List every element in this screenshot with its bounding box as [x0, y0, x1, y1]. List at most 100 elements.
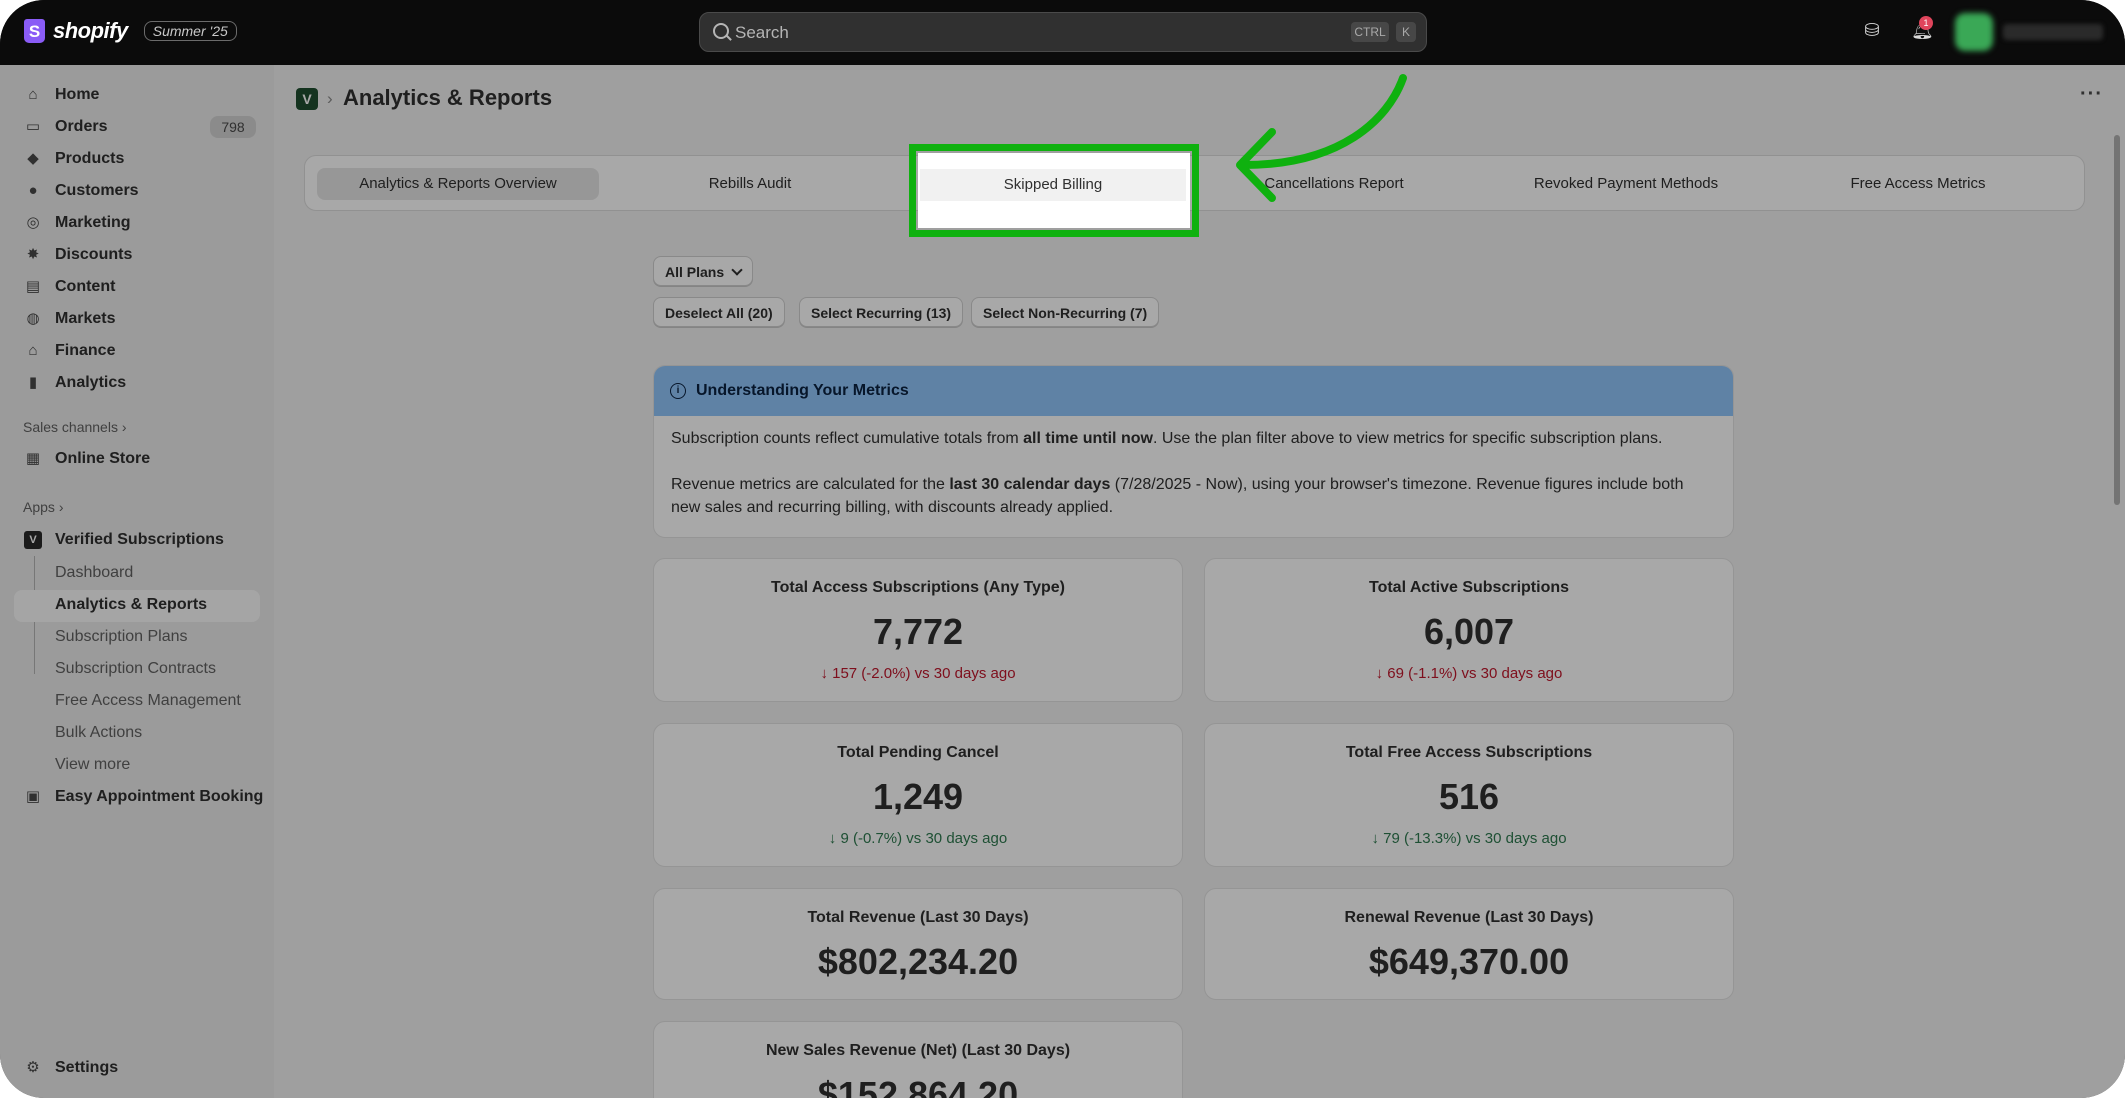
brand-name: shopify [53, 18, 128, 43]
sidebar-subitem-subscription-plans[interactable]: Subscription Plans [55, 628, 188, 646]
chevron-right-icon: › [121, 419, 127, 435]
content-icon: ▤ [25, 278, 41, 295]
info-text: Subscription counts reflect cumulative t… [671, 430, 1024, 447]
chevron-right-icon: › [58, 499, 64, 515]
sidebar-item-label: Customers [55, 182, 139, 199]
breadcrumb-chevron-icon: › [327, 89, 333, 108]
chevron-down-icon [731, 264, 743, 276]
sidebar-subitem-bulk-actions[interactable]: Bulk Actions [55, 724, 142, 742]
metric-title: Total Free Access Subscriptions [1345, 744, 1593, 761]
info-banner-header: i Understanding Your Metrics [654, 366, 1733, 416]
metric-card: New Sales Revenue (Net) (Last 30 Days) $… [653, 1021, 1183, 1098]
account-name[interactable] [2003, 24, 2103, 40]
select-non-recurring-button[interactable]: Select Non-Recurring (7) [971, 297, 1160, 327]
home-icon: ⌂ [28, 86, 38, 103]
bar-chart-icon: ▮ [28, 374, 38, 391]
sidebar-subitem-analytics-reports[interactable]: Analytics & Reports [55, 596, 207, 614]
metric-card: Total Revenue (Last 30 Days) $802,234.20 [653, 888, 1183, 1000]
highlight-box [909, 144, 1199, 237]
more-actions-icon[interactable]: ··· [2080, 83, 2103, 106]
info-text: . Use the plan filter above to view metr… [1152, 430, 1663, 447]
shopify-bag-icon: S [24, 19, 45, 43]
info-banner: i Understanding Your Metrics Subscriptio… [653, 365, 1734, 538]
select-recurring-button[interactable]: Select Recurring (13) [799, 297, 964, 327]
sidebar-item-label: Orders [55, 118, 108, 135]
metric-delta: ↓ 9 (-0.7%) vs 30 days ago [828, 830, 1008, 847]
info-bold-text: last 30 calendar days [949, 476, 1111, 493]
sidebar-subitem-subscription-contracts[interactable]: Subscription Contracts [55, 660, 216, 678]
info-text: Revenue metrics are calculated for the [671, 476, 950, 493]
sidebar-item-marketing[interactable]: ◎ Marketing [24, 208, 130, 238]
sidebar-item-verified-subscriptions[interactable]: V Verified Subscriptions [24, 525, 224, 555]
pointer-arrow-icon [1236, 74, 1407, 202]
sidebar-item-label: Online Store [55, 450, 151, 467]
search-icon [713, 23, 729, 39]
shopify-logo[interactable]: S shopify Summer '25 [24, 18, 237, 44]
tab-free-access-metrics[interactable]: Free Access Metrics [1777, 168, 2059, 200]
sidebar-subitem-free-access-management[interactable]: Free Access Management [55, 692, 241, 710]
metric-value: $802,234.20 [817, 941, 1019, 982]
sidebar-subitem-dashboard[interactable]: Dashboard [55, 564, 133, 582]
sidebar: ⌂ Home ▭ Orders 798 ◆ Products ● Customers ◎… [0, 65, 274, 1098]
metric-card: Total Free Access Subscriptions 516 ↓ 79… [1204, 723, 1734, 867]
app-frame: S shopify Summer '25 Search CTRL K ⛁ 🔔︎ … [0, 0, 2125, 1098]
sidebar-item-easy-appointment-booking[interactable]: ▣ Easy Appointment Booking [24, 782, 263, 812]
metric-card: Total Pending Cancel 1,249 ↓ 9 (-0.7%) v… [653, 723, 1183, 867]
info-icon: i [670, 383, 686, 399]
metric-value: 7,772 [872, 611, 964, 652]
sidebar-item-analytics[interactable]: ▮ Analytics [24, 368, 126, 398]
metric-value: $649,370.00 [1368, 941, 1570, 982]
sales-channels-text: Sales channels [23, 419, 118, 435]
sidebar-item-orders[interactable]: ▭ Orders [24, 112, 108, 142]
metric-title: Total Pending Cancel [837, 744, 999, 761]
database-icon[interactable]: ⛁ [1862, 20, 1882, 40]
sidebar-item-customers[interactable]: ● Customers [24, 176, 139, 206]
sidebar-item-online-store[interactable]: ▦ Online Store [24, 444, 150, 474]
sidebar-item-settings[interactable]: ⚙ Settings [24, 1053, 118, 1083]
sidebar-item-discounts[interactable]: ✸ Discounts [24, 240, 133, 270]
deselect-all-button[interactable]: Deselect All (20) [653, 297, 785, 327]
metric-value: 516 [1438, 776, 1500, 817]
metric-title: Total Revenue (Last 30 Days) [807, 909, 1029, 926]
sidebar-item-label: Markets [55, 310, 116, 327]
metric-value: 1,249 [872, 776, 964, 817]
sidebar-item-finance[interactable]: ⌂ Finance [24, 336, 115, 366]
target-icon: ◎ [26, 214, 40, 231]
sidebar-item-label: Content [55, 278, 116, 295]
info-bold-text: all time until now [1023, 430, 1153, 447]
edition-badge: Summer '25 [143, 21, 237, 41]
tab-rebills-audit[interactable]: Rebills Audit [609, 168, 891, 200]
sidebar-item-products[interactable]: ◆ Products [24, 144, 124, 174]
tab-revoked-payment-methods[interactable]: Revoked Payment Methods [1485, 168, 1767, 200]
apps-text: Apps [23, 499, 55, 515]
info-paragraph-2: Revenue metrics are calculated for the l… [671, 473, 1711, 519]
metric-delta: ↓ 79 (-13.3%) vs 30 days ago [1371, 830, 1567, 847]
avatar[interactable] [1955, 13, 1993, 51]
search-placeholder: Search [735, 23, 789, 42]
gear-icon: ⚙ [26, 1059, 40, 1076]
shortcut-ctrl-key: CTRL [1351, 22, 1389, 42]
sidebar-item-home[interactable]: ⌂ Home [24, 80, 99, 110]
info-paragraph-1: Subscription counts reflect cumulative t… [671, 427, 1711, 450]
tab-analytics-overview[interactable]: Analytics & Reports Overview [317, 168, 599, 200]
store-icon: ▦ [25, 450, 41, 467]
sales-channels-label[interactable]: Sales channels › [23, 419, 127, 435]
sidebar-item-markets[interactable]: ◍ Markets [24, 304, 115, 334]
metric-delta: ↓ 69 (-1.1%) vs 30 days ago [1375, 665, 1563, 682]
bank-icon: ⌂ [28, 342, 38, 359]
sidebar-item-label: Verified Subscriptions [55, 531, 224, 548]
search-input[interactable]: Search CTRL K [699, 12, 1427, 52]
scrollbar[interactable] [2114, 135, 2120, 505]
sidebar-item-label: Home [55, 86, 100, 103]
sidebar-item-content[interactable]: ▤ Content [24, 272, 116, 302]
plan-filter-select[interactable]: All Plans [653, 256, 754, 286]
main-content: V › Analytics & Reports ··· Analytics & … [274, 65, 2125, 1098]
discount-icon: ✸ [26, 246, 40, 263]
apps-label[interactable]: Apps › [23, 499, 63, 515]
sidebar-subitem-view-more[interactable]: View more [55, 756, 130, 774]
sidebar-item-label: Products [55, 150, 125, 167]
sidebar-item-label: Settings [55, 1059, 119, 1076]
metric-title: New Sales Revenue (Net) (Last 30 Days) [765, 1042, 1071, 1059]
sidebar-item-label: Discounts [55, 246, 133, 263]
app-logo-icon[interactable]: V [296, 88, 318, 110]
